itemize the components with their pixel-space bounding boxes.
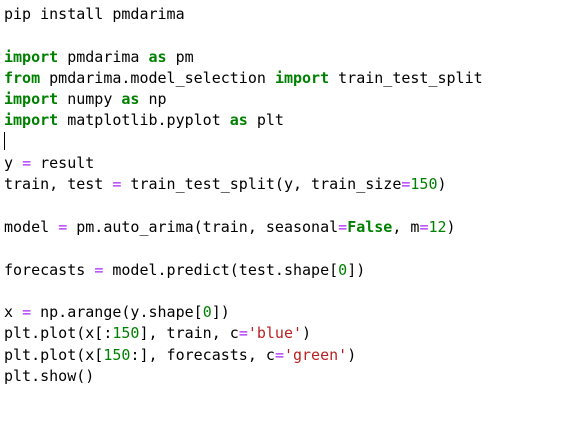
keyword-token: import bbox=[4, 111, 59, 130]
operator-token: = bbox=[274, 345, 284, 364]
number-token: 0 bbox=[202, 303, 212, 322]
operator-token: = bbox=[338, 217, 348, 236]
code-line[interactable] bbox=[4, 25, 584, 46]
code-line[interactable]: plt.plot(x[150:], forecasts, c='green') bbox=[4, 345, 584, 366]
number-token: 12 bbox=[428, 217, 447, 236]
code-token: x bbox=[4, 303, 23, 322]
code-line[interactable]: plt.show() bbox=[4, 366, 584, 387]
code-token: matplotlib.pyplot bbox=[58, 111, 230, 130]
number-token: 0 bbox=[338, 260, 348, 279]
code-token: numpy bbox=[58, 90, 122, 109]
code-token: model bbox=[4, 217, 59, 236]
code-line[interactable]: import numpy as np bbox=[4, 89, 584, 110]
code-line[interactable] bbox=[4, 281, 584, 302]
code-token: ) bbox=[437, 175, 447, 194]
keyword-token: import bbox=[274, 68, 330, 87]
code-token: model.predict(test.shape[ bbox=[103, 260, 339, 279]
string-token: 'green' bbox=[283, 345, 348, 364]
code-token: pm bbox=[166, 47, 194, 66]
keyword-token: as bbox=[229, 111, 248, 130]
code-line[interactable]: import pmdarima as pm bbox=[4, 47, 584, 68]
code-line[interactable]: import matplotlib.pyplot as plt bbox=[4, 110, 584, 131]
operator-token: = bbox=[238, 324, 248, 343]
keyword-token: import bbox=[4, 47, 59, 66]
code-line[interactable] bbox=[4, 196, 584, 217]
code-token: train_test_split bbox=[329, 68, 483, 87]
operator-token: = bbox=[22, 154, 32, 173]
code-token: np bbox=[139, 90, 167, 109]
code-line[interactable]: x = np.arange(y.shape[0]) bbox=[4, 302, 584, 323]
keyword-token: from bbox=[4, 68, 41, 87]
keyword-token: False bbox=[347, 217, 393, 236]
code-line[interactable]: from pmdarima.model_selection import tra… bbox=[4, 68, 584, 89]
code-token: , m bbox=[392, 217, 420, 236]
code-line[interactable] bbox=[4, 238, 584, 259]
code-token: pmdarima.model_selection bbox=[40, 68, 275, 87]
code-token: ) bbox=[446, 217, 456, 236]
code-token: forecasts bbox=[4, 260, 95, 279]
code-token: plt.plot(x[: bbox=[4, 324, 113, 343]
keyword-token: as bbox=[121, 90, 140, 109]
code-token: pmdarima bbox=[58, 47, 149, 66]
code-line[interactable]: train, test = train_test_split(y, train_… bbox=[4, 174, 584, 195]
keyword-token: as bbox=[148, 47, 167, 66]
code-token: ]) bbox=[211, 303, 230, 322]
code-line[interactable]: pip install pmdarima bbox=[4, 4, 584, 25]
code-token: ) bbox=[302, 324, 312, 343]
number-token: 150 bbox=[112, 324, 140, 343]
code-token: plt.plot(x[ bbox=[4, 345, 104, 364]
code-line[interactable] bbox=[4, 131, 584, 153]
code-cell-editor[interactable]: pip install pmdarima import pmdarima as p… bbox=[0, 0, 584, 424]
code-token: ], train, c bbox=[139, 324, 239, 343]
code-token: pip install pmdarima bbox=[4, 5, 185, 23]
code-token: train_test_split(y, train_size bbox=[121, 175, 402, 194]
code-line[interactable]: plt.plot(x[:150], train, c='blue') bbox=[4, 323, 584, 344]
code-token: :], forecasts, c bbox=[130, 345, 275, 364]
code-token: pm.auto_arima(train, seasonal bbox=[67, 217, 339, 236]
code-token: y bbox=[4, 154, 23, 173]
code-line[interactable]: y = result bbox=[4, 153, 584, 174]
operator-token: = bbox=[22, 303, 32, 322]
code-token: train, test bbox=[4, 175, 113, 194]
code-line[interactable]: forecasts = model.predict(test.shape[0]) bbox=[4, 260, 584, 281]
keyword-token: import bbox=[4, 90, 59, 109]
code-line[interactable]: model = pm.auto_arima(train, seasonal=Fa… bbox=[4, 217, 584, 238]
operator-token: = bbox=[94, 260, 104, 279]
code-token: result bbox=[31, 154, 95, 173]
number-token: 150 bbox=[410, 175, 438, 194]
text-cursor bbox=[4, 131, 5, 150]
code-token: plt.show() bbox=[4, 367, 95, 386]
code-token: ]) bbox=[347, 260, 366, 279]
code-token: np.arange(y.shape[ bbox=[31, 303, 203, 322]
operator-token: = bbox=[58, 217, 68, 236]
string-token: 'blue' bbox=[247, 324, 303, 343]
code-token: plt bbox=[247, 111, 284, 130]
number-token: 150 bbox=[103, 345, 131, 364]
code-token: ) bbox=[347, 345, 357, 364]
